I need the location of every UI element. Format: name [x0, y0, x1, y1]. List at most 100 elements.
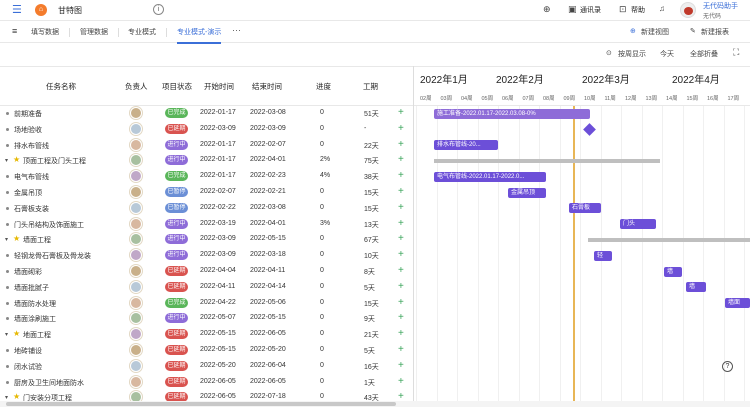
progress-value[interactable]: 0 — [320, 362, 324, 369]
tab-fill-data[interactable]: 填写数据 — [31, 27, 59, 37]
more-tabs-icon[interactable]: ··· — [232, 25, 241, 35]
col-status[interactable]: 项目状态 — [162, 81, 192, 92]
start-date[interactable]: 2022-05-07 — [200, 314, 236, 321]
task-name[interactable]: 墙面涂刷施工 — [14, 314, 56, 324]
table-row[interactable]: 厨房及卫生间地面防水 已延期 2022-06-05 2022-06-05 0 1天 + — [0, 375, 413, 391]
add-subtask-icon[interactable]: + — [398, 297, 404, 308]
duration-value[interactable]: 16天 — [364, 362, 379, 372]
start-date[interactable]: 2022-02-22 — [200, 204, 236, 211]
gantt-summary-bar[interactable] — [588, 237, 750, 242]
status-badge[interactable]: 已延期 — [165, 376, 188, 387]
end-date[interactable]: 2022-04-14 — [250, 283, 286, 290]
progress-value[interactable]: 0 — [320, 267, 324, 274]
task-name[interactable]: 墙面砌彩 — [14, 267, 42, 277]
help-float-icon[interactable]: ? — [722, 361, 733, 372]
end-date[interactable]: 2022-06-04 — [250, 362, 286, 369]
start-date[interactable]: 2022-06-05 — [200, 378, 236, 385]
tab-manage-data[interactable]: 管理数据 — [80, 27, 108, 37]
add-subtask-icon[interactable]: + — [398, 233, 404, 244]
task-name[interactable]: 电气布管线 — [14, 172, 49, 182]
start-date[interactable]: 2022-01-17 — [200, 172, 236, 179]
start-date[interactable]: 2022-05-20 — [200, 362, 236, 369]
duration-value[interactable]: 21天 — [364, 330, 379, 340]
add-subtask-icon[interactable]: + — [398, 107, 404, 118]
owner-avatar[interactable] — [130, 359, 142, 372]
add-report-icon[interactable]: ✎ — [690, 27, 696, 35]
table-row[interactable]: 墙面防水处理 已完成 2022-04-22 2022-05-06 0 15天 + — [0, 296, 413, 312]
end-date[interactable]: 2022-05-15 — [250, 235, 286, 242]
duration-value[interactable]: 51天 — [364, 109, 379, 119]
end-date[interactable]: 2022-03-08 — [250, 109, 286, 116]
gantt-bar[interactable]: 门头 — [620, 219, 656, 230]
add-subtask-icon[interactable]: + — [398, 123, 404, 134]
progress-value[interactable]: 3% — [320, 220, 330, 227]
progress-value[interactable]: 0 — [320, 251, 324, 258]
progress-value[interactable]: 2% — [320, 156, 330, 163]
start-date[interactable]: 2022-03-19 — [200, 220, 236, 227]
task-name[interactable]: 墙面批腻子 — [14, 283, 49, 293]
task-name[interactable]: 地面工程 — [23, 330, 51, 340]
add-subtask-icon[interactable]: + — [398, 344, 404, 355]
status-badge[interactable]: 已延期 — [165, 329, 188, 340]
status-badge[interactable]: 进行中 — [165, 155, 188, 166]
duration-value[interactable]: 15天 — [364, 188, 379, 198]
task-name[interactable]: 石膏板支装 — [14, 204, 49, 214]
end-date[interactable]: 2022-03-09 — [250, 125, 286, 132]
pane-divider[interactable] — [413, 66, 414, 402]
owner-avatar[interactable] — [130, 201, 142, 214]
start-date[interactable]: 2022-05-15 — [200, 346, 236, 353]
status-badge[interactable]: 进行中 — [165, 250, 188, 261]
add-subtask-icon[interactable]: + — [398, 139, 404, 150]
status-badge[interactable]: 已延期 — [165, 123, 188, 134]
status-badge[interactable]: 已完成 — [165, 297, 188, 308]
end-date[interactable]: 2022-06-05 — [250, 330, 286, 337]
contacts-icon[interactable]: ▣ — [568, 4, 577, 15]
progress-value[interactable]: 0 — [320, 204, 324, 211]
task-name[interactable]: 金属吊顶 — [14, 188, 42, 198]
owner-avatar[interactable] — [130, 122, 142, 135]
table-row[interactable]: 石膏板支装 已暂停 2022-02-22 2022-03-08 0 15天 + — [0, 201, 413, 217]
contacts-link[interactable]: 通讯录 — [580, 5, 601, 15]
owner-avatar[interactable] — [130, 375, 142, 388]
add-view-icon[interactable]: ⊕ — [630, 27, 636, 35]
start-date[interactable]: 2022-03-09 — [200, 125, 236, 132]
status-badge[interactable]: 已延期 — [165, 360, 188, 371]
add-subtask-icon[interactable]: + — [398, 218, 404, 229]
progress-value[interactable]: 0 — [320, 125, 324, 132]
gantt-bar[interactable]: 施工准备-2022.01.17-2022.03.08-0% — [434, 108, 590, 119]
owner-avatar[interactable] — [130, 170, 142, 183]
tab-pro-mode-demo[interactable]: 专业模式-演示 — [177, 27, 222, 44]
add-subtask-icon[interactable]: + — [398, 170, 404, 181]
table-row[interactable]: 门头吊结构及饰面施工 进行中 2022-03-19 2022-04-01 3% 13天 + — [0, 217, 413, 233]
owner-avatar[interactable] — [130, 312, 142, 325]
table-row[interactable]: 地砖铺设 已延期 2022-05-15 2022-05-20 0 5天 + — [0, 343, 413, 359]
end-date[interactable]: 2022-05-06 — [250, 299, 286, 306]
duration-value[interactable]: 10天 — [364, 251, 379, 261]
add-subtask-icon[interactable]: + — [398, 360, 404, 371]
table-row[interactable]: 场地验收 已延期 2022-03-09 2022-03-09 0 - + — [0, 122, 413, 138]
add-subtask-icon[interactable]: + — [398, 328, 404, 339]
owner-avatar[interactable] — [130, 107, 142, 119]
end-date[interactable]: 2022-07-18 — [250, 393, 286, 400]
col-task-name[interactable]: 任务名称 — [46, 81, 76, 92]
table-row[interactable]: 排水布管线 进行中 2022-01-17 2022-02-07 0 22天 + — [0, 138, 413, 154]
group-row[interactable]: ▾ ★ 地面工程 已延期 2022-05-15 2022-06-05 0 21天 + — [0, 327, 413, 343]
task-name[interactable]: 前期准备 — [14, 109, 42, 119]
duration-value[interactable]: 75天 — [364, 156, 379, 166]
duration-value[interactable]: 8天 — [364, 267, 375, 277]
start-date[interactable]: 2022-01-17 — [200, 156, 236, 163]
task-name[interactable]: 闭水试验 — [14, 362, 42, 372]
add-report-button[interactable]: 新建报表 — [701, 27, 729, 37]
scrollbar-thumb[interactable] — [6, 402, 396, 406]
start-date[interactable]: 2022-04-04 — [200, 267, 236, 274]
status-badge[interactable]: 已延期 — [165, 266, 188, 276]
task-name[interactable]: 墙面防水处理 — [14, 299, 56, 309]
end-date[interactable]: 2022-05-15 — [250, 314, 286, 321]
status-badge[interactable]: 已暂停 — [165, 187, 188, 197]
task-name[interactable]: 地砖铺设 — [14, 346, 42, 356]
progress-value[interactable]: 0 — [320, 283, 324, 290]
progress-value[interactable]: 0 — [320, 378, 324, 385]
status-badge[interactable]: 已延期 — [165, 281, 188, 292]
table-row[interactable]: 电气布管线 已完成 2022-01-17 2022-02-23 4% 38天 + — [0, 169, 413, 185]
gantt-milestone[interactable] — [583, 122, 596, 136]
